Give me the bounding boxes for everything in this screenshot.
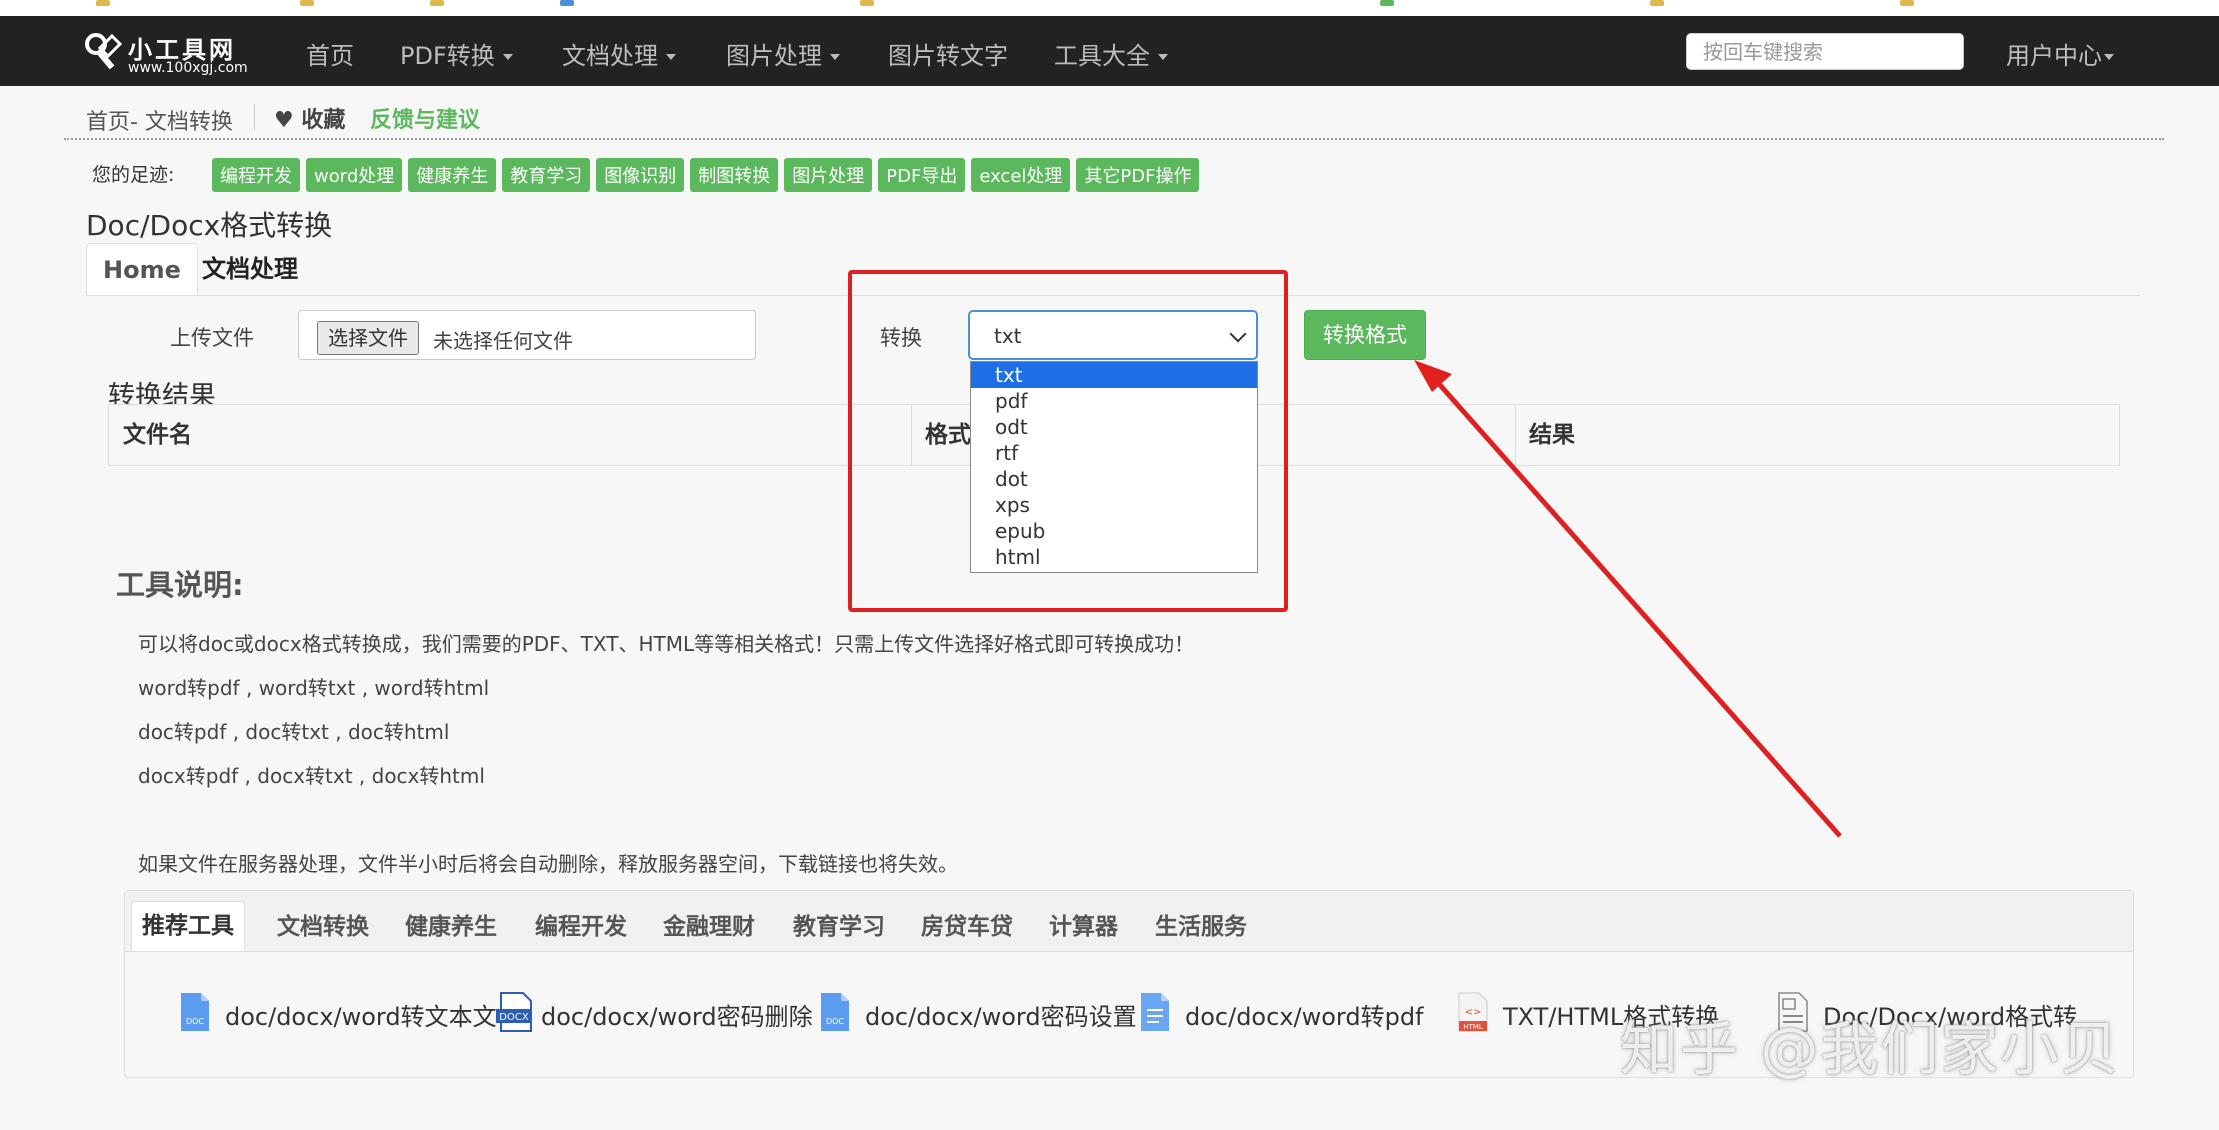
footprint-tag[interactable]: 图像识别 <box>596 158 685 192</box>
description-line: word转pdf , word转txt , word转html <box>138 676 490 700</box>
bookmark-icon[interactable] <box>430 0 444 6</box>
nav-image-process[interactable]: 图片处理 <box>726 36 840 71</box>
search-input[interactable] <box>1686 33 1964 70</box>
feedback-link[interactable]: 反馈与建议 <box>370 102 480 134</box>
site-logo[interactable]: 小工具网 www.100xgj.com <box>84 28 264 78</box>
page-title: Doc/Docx格式转换 <box>86 209 333 242</box>
nav-label: 用户中心 <box>2006 42 2102 70</box>
svg-text:DOCX: DOCX <box>499 1012 529 1023</box>
watermark: 知乎 @我们家小贝 <box>1620 1015 2121 1083</box>
caret-down-icon <box>666 54 676 60</box>
doc-file-icon: DOC <box>181 993 209 1031</box>
tools-icon <box>85 33 123 70</box>
footprint-tag[interactable]: 健康养生 <box>408 158 497 192</box>
tool-tab[interactable]: 推荐工具 <box>131 901 245 951</box>
caret-down-icon <box>2104 54 2114 60</box>
caret-down-icon <box>502 54 513 60</box>
heart-icon: ♥ <box>274 108 302 133</box>
bookmark-icon[interactable] <box>300 0 314 6</box>
caret-down-icon <box>1158 54 1168 60</box>
nav-label: 图片转文字 <box>888 42 1008 70</box>
nav-label: 图片处理 <box>726 42 822 70</box>
tab-doc-process[interactable]: 文档处理 <box>186 243 314 295</box>
nav-label: PDF转换 <box>400 42 495 70</box>
choose-file-button[interactable]: 选择文件 <box>317 321 419 355</box>
user-center-menu[interactable]: 用户中心 <box>2006 36 2114 71</box>
file-status: 未选择任何文件 <box>433 329 573 353</box>
html-file-icon: <> HTML <box>1458 992 1488 1032</box>
column-header-filename: 文件名 <box>123 422 192 448</box>
nav-image-to-text[interactable]: 图片转文字 <box>888 36 1008 71</box>
column-header-result: 结果 <box>1529 422 1575 448</box>
footprint-tag[interactable]: 图片处理 <box>784 158 873 192</box>
tool-link-label: doc/docx/word密码删除 <box>541 1003 813 1031</box>
nav-pdf-convert[interactable]: PDF转换 <box>400 36 513 71</box>
nav-label: 首页 <box>306 42 354 70</box>
description-line: 可以将doc或docx格式转换成，我们需要的PDF、TXT、HTML等等相关格式… <box>138 632 1195 656</box>
tool-tab[interactable]: 编程开发 <box>535 905 627 951</box>
footprint-tag[interactable]: word处理 <box>306 158 403 192</box>
svg-text:HTML: HTML <box>1463 1023 1483 1031</box>
footprint-tag[interactable]: 制图转换 <box>690 158 779 192</box>
docx-file-icon: DOCX <box>496 992 532 1032</box>
svg-text:DOC: DOC <box>826 1017 844 1026</box>
tab-home[interactable]: Home <box>86 243 198 295</box>
tool-tab[interactable]: 房贷车贷 <box>921 905 1013 951</box>
tool-link-label: doc/docx/word转pdf <box>1185 1003 1424 1031</box>
bookmark-icon[interactable] <box>860 0 874 6</box>
nav-tools[interactable]: 工具大全 <box>1054 36 1168 71</box>
nav-doc-process[interactable]: 文档处理 <box>562 36 676 71</box>
bookmark-icon[interactable] <box>1900 0 1914 6</box>
description-title: 工具说明: <box>116 568 244 602</box>
document-icon <box>1141 993 1169 1031</box>
tool-tab[interactable]: 健康养生 <box>405 905 497 951</box>
bookmarks-bar <box>0 0 2219 16</box>
footprints-label: 您的足迹: <box>92 164 175 186</box>
breadcrumb: 首页- 文档转换 ♥ 收藏 反馈与建议 <box>64 98 2164 140</box>
top-navbar: 小工具网 www.100xgj.com 首页 PDF转换 文档处理 图片处理 图… <box>0 16 2219 86</box>
tool-tab[interactable]: 文档转换 <box>277 905 369 951</box>
file-input[interactable]: 选择文件 未选择任何文件 <box>298 310 756 360</box>
footprint-tag[interactable]: 其它PDF操作 <box>1076 158 1200 192</box>
upload-label: 上传文件 <box>170 326 254 350</box>
tool-tab[interactable]: 计算器 <box>1049 905 1118 951</box>
nav-label: 文档处理 <box>562 42 658 70</box>
footprint-tag[interactable]: 编程开发 <box>212 158 300 192</box>
tool-link-label: doc/docx/word转文本文 <box>225 1003 497 1031</box>
bookmark-icon[interactable] <box>1380 0 1394 6</box>
tool-tab[interactable]: 生活服务 <box>1155 905 1247 951</box>
divider <box>254 104 255 130</box>
description-line: doc转pdf , doc转txt , doc转html <box>138 720 450 744</box>
footprint-tag[interactable]: excel处理 <box>971 158 1071 192</box>
description-line: docx转pdf , docx转txt , docx转html <box>138 764 485 788</box>
description-line: 如果文件在服务器处理，文件半小时后将会自动删除，释放服务器空间，下载链接也将失效… <box>138 852 958 876</box>
favorite-label: 收藏 <box>301 108 346 133</box>
tool-tab[interactable]: 教育学习 <box>793 905 885 951</box>
footprints-tags: 编程开发 word处理 健康养生 教育学习 图像识别 制图转换 图片处理 PDF… <box>212 158 1200 192</box>
breadcrumb-path[interactable]: 首页- 文档转换 <box>86 104 233 136</box>
tool-link-label: doc/docx/word密码设置 <box>865 1003 1137 1031</box>
logo-url: www.100xgj.com <box>128 60 248 76</box>
doc-file-icon: DOC <box>821 993 849 1031</box>
bookmark-icon[interactable] <box>96 0 110 6</box>
favorite-button[interactable]: ♥ 收藏 <box>274 102 345 134</box>
caret-down-icon <box>830 54 840 60</box>
svg-text:<>: <> <box>1465 1007 1482 1018</box>
annotation-highlight-box <box>848 270 1288 612</box>
nav-label: 工具大全 <box>1054 42 1150 70</box>
tool-tabs: 推荐工具 文档转换 健康养生 编程开发 金融理财 教育学习 房贷车贷 计算器 生… <box>125 891 2133 952</box>
nav-home[interactable]: 首页 <box>306 36 354 71</box>
footprint-tag[interactable]: 教育学习 <box>502 158 591 192</box>
svg-text:DOC: DOC <box>186 1017 204 1026</box>
tool-tab[interactable]: 金融理财 <box>663 905 755 951</box>
bookmark-icon[interactable] <box>1650 0 1664 6</box>
bookmark-icon[interactable] <box>560 0 574 6</box>
footprint-tag[interactable]: PDF导出 <box>878 158 966 192</box>
convert-button[interactable]: 转换格式 <box>1304 310 1426 360</box>
